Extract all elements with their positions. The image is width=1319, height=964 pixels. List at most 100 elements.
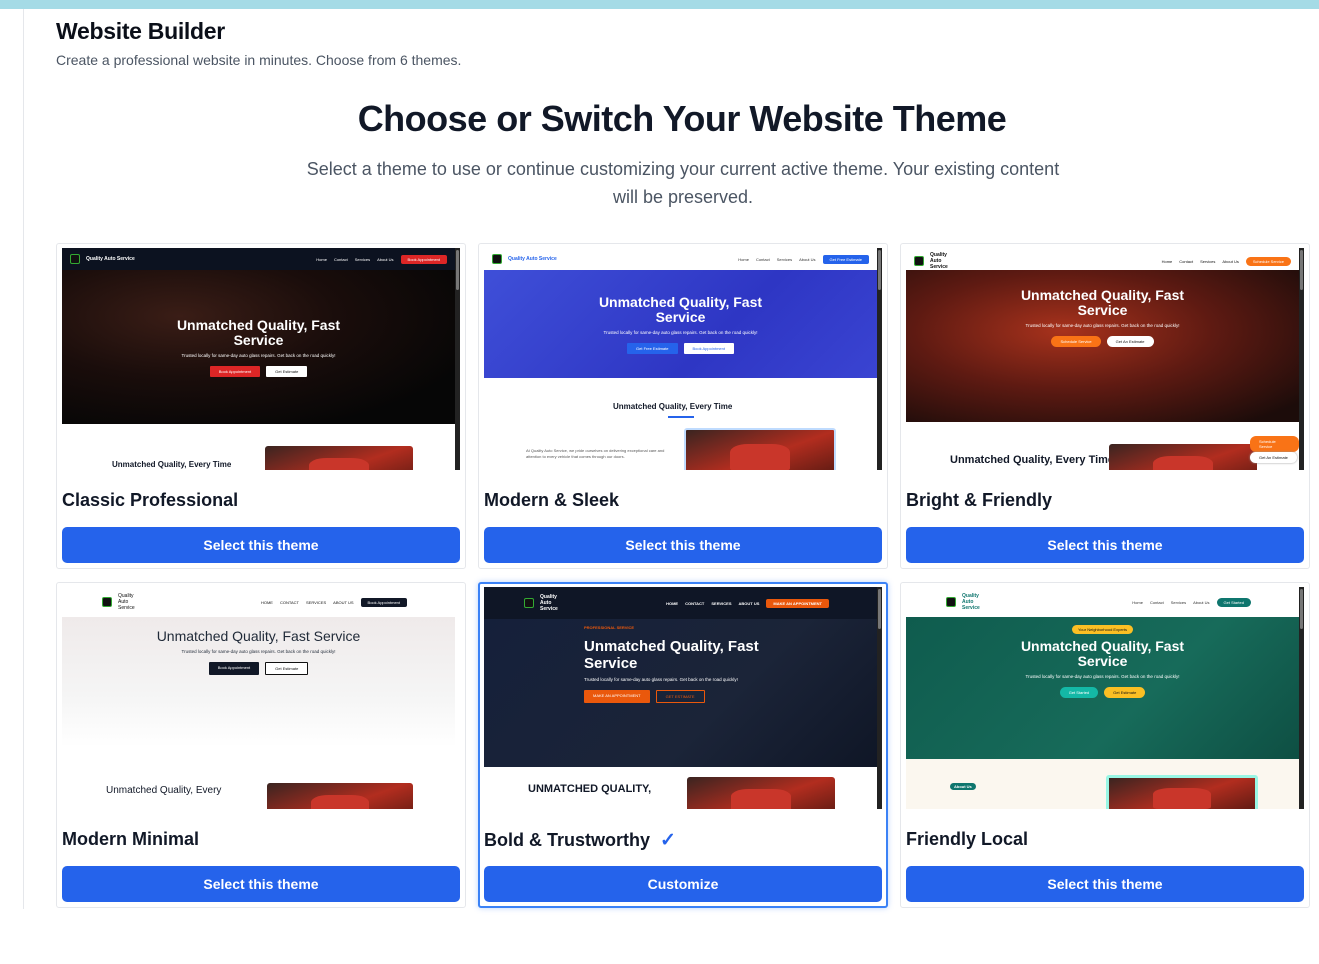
preview-link: HOME <box>260 599 273 605</box>
preview-brand: Quality Auto Service <box>962 593 980 611</box>
section-description: Select a theme to use or continue custom… <box>306 159 1060 207</box>
logo-icon <box>914 256 924 266</box>
car-image <box>267 783 413 809</box>
preview-section-title: UNMATCHED QUALITY, <box>528 783 652 795</box>
theme-name-text: Bright & Friendly <box>906 490 1053 510</box>
car-image <box>265 446 413 470</box>
preview-link: About Us <box>377 256 394 262</box>
preview-nav: Quality Auto Service HOME CONTACT SERVIC… <box>62 587 455 617</box>
customize-button[interactable]: Customize <box>484 866 882 902</box>
sidebar-divider <box>23 9 24 909</box>
preview-btn: Get Estimate <box>266 365 308 377</box>
preview-hero-title: Unmatched Quality, Fast Service <box>1020 287 1185 318</box>
preview-nav: Quality Auto Service HOME CONTACT SERVIC… <box>484 587 877 619</box>
preview-section-tag: About Us <box>950 783 976 790</box>
theme-preview[interactable]: Quality Auto Service Home Contact Servic… <box>906 248 1304 470</box>
select-theme-button[interactable]: Select this theme <box>906 527 1304 563</box>
preview-scrollbar[interactable] <box>455 248 460 470</box>
preview-hero: Your Neighborhood Experts Unmatched Qual… <box>906 617 1299 759</box>
theme-preview[interactable]: Quality Auto Service Home Contact Servic… <box>484 248 882 470</box>
preview-section: About Us <box>906 759 1299 809</box>
preview-link: Home <box>1161 258 1173 264</box>
preview-btn: Book Appointment <box>208 662 260 675</box>
preview-hero-title: Unmatched Quality, Fast Service <box>1020 638 1185 669</box>
select-theme-button[interactable]: Select this theme <box>62 866 460 902</box>
theme-preview[interactable]: Quality Auto Service HOME CONTACT SERVIC… <box>484 587 882 809</box>
logo-icon <box>492 254 502 264</box>
preview-link: Services <box>354 256 371 262</box>
theme-name: Modern & Sleek <box>484 490 619 511</box>
theme-name: Friendly Local <box>906 829 1028 850</box>
theme-name: Bright & Friendly <box>906 490 1052 511</box>
logo-icon <box>524 598 534 608</box>
preview-link: ABOUT US <box>738 600 760 606</box>
theme-preview[interactable]: Quality Auto Service HOME CONTACT SERVIC… <box>62 587 460 809</box>
preview-btn: Schedule Service <box>1051 336 1101 347</box>
preview-section-title: Unmatched Quality, Every Time <box>613 402 733 411</box>
preview-cta: Schedule Service <box>1245 256 1291 266</box>
preview-section: Unmatched Quality, Every Time At Quality… <box>484 378 877 470</box>
select-theme-button[interactable]: Select this theme <box>484 527 882 563</box>
preview-floating-btn: Schedule Service <box>1250 436 1299 452</box>
theme-card-modern-minimal: Quality Auto Service HOME CONTACT SERVIC… <box>56 582 466 908</box>
preview-hero-sub: Trusted locally for same-day auto glass … <box>181 352 336 358</box>
preview-hero-title: Unmatched Quality, Fast Service <box>176 316 341 348</box>
preview-link: CONTACT <box>685 600 705 606</box>
preview-scrollbar[interactable] <box>877 248 882 470</box>
preview-link: CONTACT <box>279 599 299 605</box>
preview-hero-title: Unmatched Quality, Fast Service <box>156 628 361 644</box>
logo-icon <box>102 597 112 607</box>
preview-link: Services <box>1170 599 1187 605</box>
car-image <box>687 777 835 809</box>
select-theme-button[interactable]: Select this theme <box>62 527 460 563</box>
preview-hero: Unmatched Quality, Fast Service Trusted … <box>906 270 1299 422</box>
preview-scrollbar[interactable] <box>877 587 882 809</box>
app-title: Website Builder <box>56 18 225 44</box>
preview-link: SERVICES <box>306 599 327 605</box>
preview-brand: Quality Auto Service <box>508 256 557 262</box>
theme-name-text: Modern & Sleek <box>484 490 620 510</box>
preview-link: Contact <box>1179 258 1194 264</box>
select-theme-button[interactable]: Select this theme <box>906 866 1304 902</box>
preview-link: About Us <box>799 256 816 262</box>
theme-card-bright-friendly: Quality Auto Service Home Contact Servic… <box>900 243 1310 569</box>
preview-cta: MAKE AN APPOINTMENT <box>766 598 829 608</box>
preview-section-title: Unmatched Quality, Every Time <box>112 460 232 469</box>
preview-btn: GET ESTIMATE <box>655 690 705 703</box>
preview-link: Contact <box>1149 599 1164 605</box>
preview-btn: Get Estimate <box>1104 687 1146 698</box>
preview-hero: Unmatched Quality, Fast Service Trusted … <box>62 270 455 424</box>
preview-brand: Quality Auto Service <box>540 594 558 612</box>
preview-cta: Book Appointment <box>360 597 407 607</box>
preview-hero-sub: Trusted locally for same-day auto glass … <box>603 329 758 335</box>
preview-section: Unmatched Quality, Every Time <box>62 424 455 470</box>
preview-hero-sub: Trusted locally for same-day auto glass … <box>1025 674 1180 679</box>
theme-preview[interactable]: Quality Auto Service Home Contact Servic… <box>62 248 460 470</box>
preview-hero: Unmatched Quality, Fast Service Trusted … <box>62 617 455 747</box>
theme-name-text: Friendly Local <box>906 829 1029 849</box>
preview-nav: Quality Auto Service Home Contact Servic… <box>62 248 455 270</box>
preview-hero-sub: Trusted locally for same-day auto glass … <box>181 649 336 654</box>
preview-link: SERVICES <box>711 600 732 606</box>
preview-section: Unmatched Quality, Every <box>62 749 455 809</box>
preview-link: Home <box>738 256 749 262</box>
preview-link: HOME <box>666 600 679 606</box>
theme-name-text: Classic Professional <box>62 490 239 510</box>
preview-btn: Get An Estimate <box>1106 336 1154 347</box>
preview-section-title: Unmatched Quality, Every <box>106 785 222 796</box>
preview-hero-title: Unmatched Quality, Fast Service <box>598 293 763 325</box>
preview-section: Unmatched Quality, Every Time Schedule S… <box>906 422 1299 470</box>
preview-scrollbar[interactable] <box>1299 248 1304 470</box>
theme-card-bold-trustworthy: Quality Auto Service HOME CONTACT SERVIC… <box>478 582 888 908</box>
theme-card-modern-sleek: Quality Auto Service Home Contact Servic… <box>478 243 888 569</box>
car-image <box>1109 444 1257 470</box>
preview-section-title: Unmatched Quality, Every Time <box>950 454 1115 466</box>
theme-name: Classic Professional <box>62 490 238 511</box>
preview-floating-btn: Get An Estimate <box>1250 452 1297 463</box>
preview-nav: Quality Auto Service Home Contact Servic… <box>906 587 1299 617</box>
car-image <box>1106 775 1258 809</box>
theme-name-text: Modern Minimal <box>62 829 200 849</box>
preview-scrollbar[interactable] <box>1299 587 1304 809</box>
preview-hero: Unmatched Quality, Fast Service Trusted … <box>484 270 877 378</box>
theme-preview[interactable]: Quality Auto Service Home Contact Servic… <box>906 587 1304 809</box>
